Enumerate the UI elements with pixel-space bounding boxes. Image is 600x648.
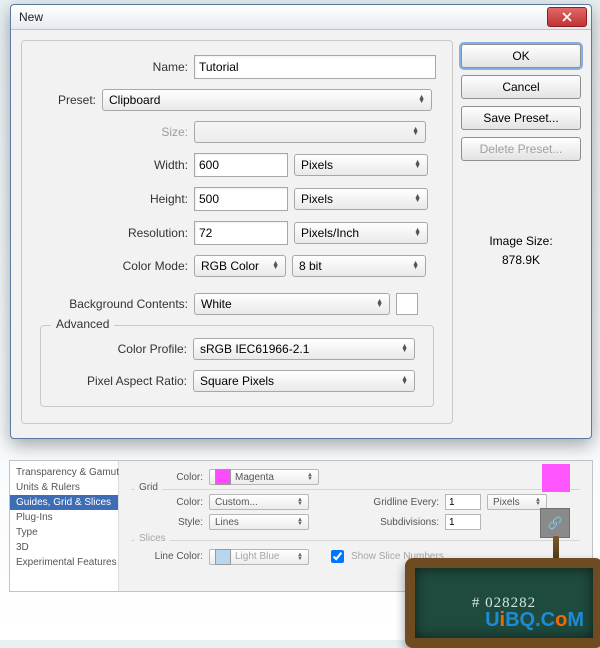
show-slice-numbers-checkbox[interactable] <box>331 550 344 563</box>
slices-linecolor-label: Line Color: <box>131 551 203 562</box>
advanced-fieldset: Advanced Color Profile: sRGB IEC61966-2.… <box>40 325 434 407</box>
colorprofile-label: Color Profile: <box>53 342 187 356</box>
cancel-button[interactable]: Cancel <box>461 75 581 99</box>
width-label: Width: <box>38 158 188 172</box>
grid-style-select[interactable]: Lines <box>209 514 309 530</box>
sidebar-item[interactable]: Units & Rulers <box>10 480 118 495</box>
magenta-swatch-icon <box>215 469 231 485</box>
name-input[interactable] <box>194 55 436 79</box>
grid-color-select[interactable]: Custom... <box>209 494 309 510</box>
width-unit-select[interactable]: Pixels <box>294 154 428 176</box>
guides-color-select[interactable]: Magenta <box>209 469 319 485</box>
pixelaspect-select[interactable]: Square Pixels <box>193 370 415 392</box>
button-column: OK Cancel Save Preset... Delete Preset..… <box>461 40 581 424</box>
advanced-legend: Advanced <box>51 317 114 331</box>
width-input[interactable] <box>194 153 288 177</box>
image-size-info: Image Size: 878.9K <box>461 232 581 270</box>
subdivisions-label: Subdivisions: <box>359 517 439 528</box>
slices-legend: Slices <box>135 533 170 544</box>
colormode-select[interactable]: RGB Color <box>194 255 286 277</box>
height-label: Height: <box>38 192 188 206</box>
subdivisions-input[interactable] <box>445 514 481 530</box>
guides-color-label: Color: <box>131 472 203 483</box>
sidebar-item[interactable]: Type <box>10 525 118 540</box>
grid-link-icon[interactable]: 🔗 <box>540 508 570 538</box>
bgcontents-label: Background Contents: <box>38 297 188 311</box>
bgcolor-swatch[interactable] <box>396 293 418 315</box>
size-select <box>194 121 426 143</box>
gridline-every-label: Gridline Every: <box>359 497 439 508</box>
gridline-every-input[interactable] <box>445 494 481 510</box>
prefs-sidebar: Transparency & Gamut Units & Rulers Guid… <box>10 461 119 591</box>
grid-style-label: Style: <box>131 517 203 528</box>
dialog-title: New <box>19 10 43 24</box>
name-label: Name: <box>38 60 188 74</box>
pixelaspect-label: Pixel Aspect Ratio: <box>53 374 187 388</box>
sidebar-item[interactable]: 3D <box>10 540 118 555</box>
ok-button[interactable]: OK <box>461 44 581 68</box>
chalkboard: # 028282 <box>405 558 600 648</box>
grid-color-label: Color: <box>131 497 203 508</box>
height-input[interactable] <box>194 187 288 211</box>
resolution-label: Resolution: <box>38 226 188 240</box>
watermark: UiBQ.CoM <box>485 609 584 632</box>
close-button[interactable] <box>547 7 587 27</box>
lightblue-swatch-icon <box>215 549 231 565</box>
save-preset-button[interactable]: Save Preset... <box>461 106 581 130</box>
delete-preset-button[interactable]: Delete Preset... <box>461 137 581 161</box>
colorprofile-select[interactable]: sRGB IEC61966-2.1 <box>193 338 415 360</box>
grid-legend: Grid <box>135 482 162 493</box>
image-size-label: Image Size: <box>461 232 581 251</box>
sidebar-item[interactable]: Plug-Ins <box>10 510 118 525</box>
close-icon <box>562 12 572 22</box>
new-document-dialog: New Name: Preset: Clipboard Size: <box>10 4 592 439</box>
sidebar-item-selected[interactable]: Guides, Grid & Slices <box>10 495 118 510</box>
slices-linecolor-select[interactable]: Light Blue <box>209 549 309 565</box>
size-label: Size: <box>38 125 188 139</box>
settings-panel: Name: Preset: Clipboard Size: Width: <box>21 40 453 424</box>
preset-label: Preset: <box>38 93 96 107</box>
sidebar-item[interactable]: Experimental Features <box>10 555 118 570</box>
image-size-value: 878.9K <box>461 251 581 270</box>
resolution-input[interactable] <box>194 221 288 245</box>
gridline-every-unit[interactable]: Pixels <box>487 494 547 510</box>
bitdepth-select[interactable]: 8 bit <box>292 255 426 277</box>
resolution-unit-select[interactable]: Pixels/Inch <box>294 222 428 244</box>
colormode-label: Color Mode: <box>38 259 188 273</box>
magenta-preview-swatch[interactable] <box>542 464 570 492</box>
height-unit-select[interactable]: Pixels <box>294 188 428 210</box>
sidebar-item[interactable]: Transparency & Gamut <box>10 465 118 480</box>
preset-select[interactable]: Clipboard <box>102 89 432 111</box>
bgcontents-select[interactable]: White <box>194 293 390 315</box>
titlebar: New <box>11 5 591 30</box>
